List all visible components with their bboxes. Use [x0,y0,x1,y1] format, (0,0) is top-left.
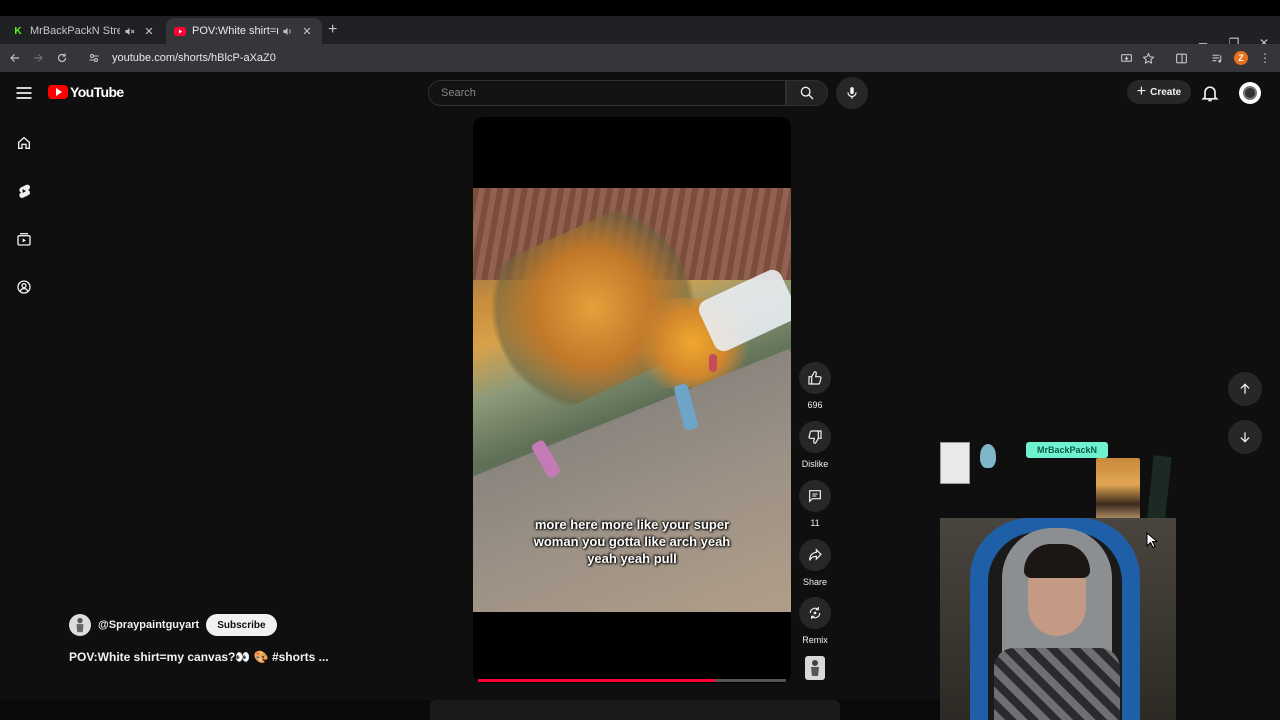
video-progress-fill [478,679,716,682]
youtube-logo[interactable]: YouTube [48,84,124,100]
remix-icon [799,597,831,629]
subscribe-button[interactable]: Subscribe [206,614,277,636]
stream-overlay-items: MrBackPackN [938,440,1174,530]
channel-row: @Spraypaintguyart Subscribe [69,614,277,636]
tab-muted-icon[interactable] [124,26,138,37]
comments-button[interactable]: 11 [797,480,833,528]
video-scene-person [709,354,717,372]
site-info-icon[interactable] [86,50,102,66]
tab-title: POV:White shirt=my canva [192,25,278,37]
short-title[interactable]: POV:White shirt=my canvas?👀 🎨 #shorts ..… [69,650,329,664]
overlay-tiger-image [1096,458,1140,524]
tab-close-icon[interactable]: ✕ [142,25,156,38]
new-tab-plus-icon[interactable]: + [328,21,337,39]
youtube-header: YouTube + Create [0,72,1280,114]
back-arrow-icon[interactable] [5,48,25,68]
create-button[interactable]: + Create [1127,80,1191,104]
overlay-dark-card [1146,455,1172,527]
create-label: Create [1150,86,1182,98]
profile-initial: Z [1234,51,1248,65]
dislike-label: Dislike [801,459,829,469]
profile-avatar[interactable]: Z [1231,48,1251,68]
forward-arrow-icon[interactable] [28,48,48,68]
youtube-play-icon [48,85,68,99]
video-progress-bar[interactable] [478,679,786,682]
remix-button[interactable]: Remix [797,597,833,645]
overlay-banner: MrBackPackN [1026,442,1108,458]
like-button[interactable]: 696 [797,362,833,410]
share-button[interactable]: Share [797,539,833,587]
youtube-favicon-icon [174,25,186,37]
media-controls-icon[interactable] [1207,48,1227,68]
thumbs-down-icon [799,421,831,453]
url-text: youtube.com/shorts/hBlcP-aXaZ0 [112,52,276,64]
previous-short-arrow-up-icon[interactable] [1228,372,1262,406]
stream-bottom-caption-bar [430,700,840,720]
install-app-icon[interactable] [1116,48,1136,68]
mouse-cursor-icon [1146,532,1158,548]
extensions-icon[interactable] [1171,48,1191,68]
search-box [428,80,786,106]
overlay-tshirt-card [940,442,970,484]
tab-youtube-short[interactable]: POV:White shirt=my canva ✕ [166,18,322,44]
dislike-button[interactable]: Dislike [797,421,833,469]
bookmark-star-icon[interactable] [1138,48,1158,68]
search-input[interactable] [429,87,785,99]
remix-label: Remix [802,635,828,645]
video-captions: more here more like your super woman you… [533,517,731,566]
browser-tab-bar: K MrBackPackN Stream - Wa ✕ POV:White sh… [0,16,1280,50]
webcam-feed [940,518,1176,720]
tab-audio-icon[interactable] [282,26,296,37]
screen-top-strip [0,0,1280,16]
comment-icon [799,480,831,512]
next-short-arrow-down-icon[interactable] [1228,420,1262,454]
like-count: 696 [807,400,823,410]
thumbs-up-icon [799,362,831,394]
webcam-hair [1024,544,1090,578]
voice-search-button[interactable] [836,77,868,109]
tab-kick-stream[interactable]: K MrBackPackN Stream - Wa ✕ [4,18,164,44]
menu-icon[interactable] [14,83,34,103]
reload-icon[interactable] [52,48,72,68]
home-icon[interactable] [14,133,34,153]
tab-title: MrBackPackN Stream - Wa [30,25,120,37]
browser-toolbar: youtube.com/shorts/hBlcP-aXaZ0 Z ⋮ [0,44,1280,72]
search-icon [800,86,814,100]
shorts-player[interactable]: more here more like your super woman you… [473,117,791,683]
comment-count: 11 [810,518,820,528]
tab-close-icon[interactable]: ✕ [300,25,314,38]
overlay-bottle-icon [980,444,996,468]
kick-favicon-icon: K [14,25,22,37]
channel-name[interactable]: @Spraypaintguyart [98,619,199,631]
subscriptions-icon[interactable] [14,229,34,249]
plus-icon: + [1136,83,1147,100]
webcam-flannel-shirt [994,648,1120,720]
share-label: Share [802,577,828,587]
search-button[interactable] [786,80,828,106]
channel-avatar[interactable] [69,614,91,636]
sound-channel-thumbnail[interactable] [805,656,825,680]
you-icon[interactable] [14,277,34,297]
share-arrow-icon [799,539,831,571]
account-avatar[interactable] [1239,82,1261,104]
youtube-wordmark: YouTube [70,84,124,100]
chrome-menu-icon[interactable]: ⋮ [1255,48,1275,68]
address-bar[interactable]: youtube.com/shorts/hBlcP-aXaZ0 [78,47,1140,69]
shorts-icon[interactable] [14,181,34,201]
microphone-icon [847,87,857,99]
notifications-bell-icon[interactable] [1200,83,1220,103]
